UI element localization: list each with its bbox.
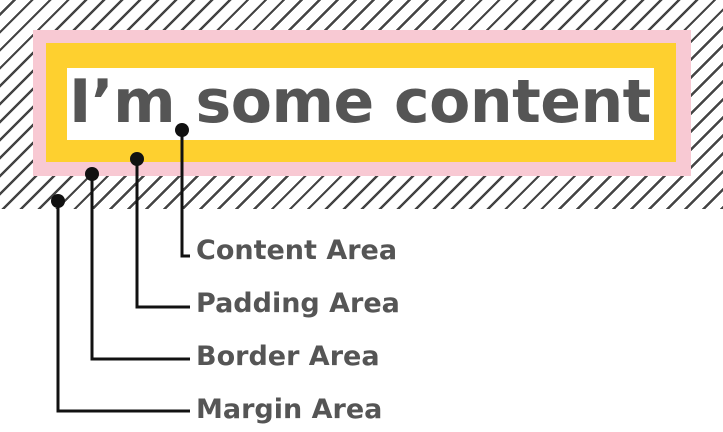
border-marker-dot xyxy=(85,167,99,181)
border-leader-line xyxy=(90,174,190,361)
padding-area-label: Padding Area xyxy=(196,288,400,319)
margin-marker-dot xyxy=(51,194,65,208)
content-marker-dot xyxy=(175,123,189,137)
content-area-label: Content Area xyxy=(196,235,398,266)
content-leader-line xyxy=(180,130,190,258)
box-model-diagram: I’m some content Content Area Padding Ar… xyxy=(0,0,723,432)
border-area-label: Border Area xyxy=(196,341,380,372)
margin-area-label: Margin Area xyxy=(196,394,383,425)
padding-marker-dot xyxy=(130,152,144,166)
